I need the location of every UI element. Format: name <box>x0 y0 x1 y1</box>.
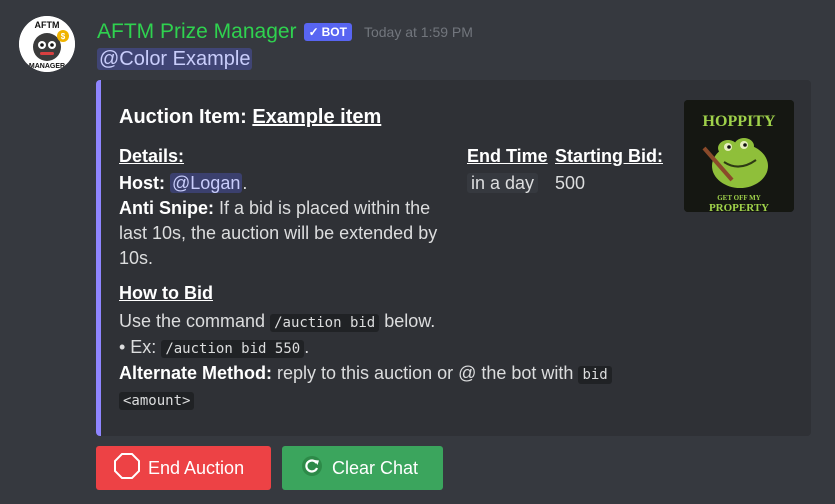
anti-snipe-line-2: last 10s, the auction will be extended b… <box>119 223 438 243</box>
how-to-bid-heading: How to Bid <box>119 283 213 303</box>
use-command-prefix: Use the command <box>119 311 266 331</box>
host-line: Host: @Logan. <box>119 171 247 195</box>
anti-snipe-line-1: Anti Snipe: If a bid is placed within th… <box>119 196 430 220</box>
anti-snipe-text-1: If a bid is placed within the <box>219 198 431 218</box>
clear-chat-button[interactable]: Clear Chat <box>282 446 443 490</box>
example-code: /auction bid 550 <box>161 340 305 358</box>
message-content: @Color Example <box>97 48 253 71</box>
example-prefix: • Ex: <box>119 337 157 357</box>
bot-tag: ✓ BOT <box>303 23 352 41</box>
anti-snipe-label: Anti Snipe: <box>119 198 214 218</box>
alternate-method-line-2: <amount> <box>119 387 195 413</box>
end-time-value[interactable]: in a day <box>467 173 539 193</box>
end-time-value-wrap: in a day <box>467 171 539 195</box>
svg-text:PROPERTY: PROPERTY <box>709 202 769 212</box>
alternate-method-code-1: bid <box>578 366 612 384</box>
end-auction-label: End Auction <box>148 457 245 478</box>
example-suffix: . <box>304 337 310 357</box>
use-command-line: Use the command /auction bid below. <box>119 309 435 335</box>
details-heading: Details: <box>119 146 185 166</box>
host-suffix: . <box>242 173 248 193</box>
svg-text:GET OFF MY: GET OFF MY <box>717 194 761 202</box>
end-time-heading: End Time <box>467 146 548 166</box>
use-command-code: /auction bid <box>270 314 380 332</box>
alternate-method-code-2: <amount> <box>119 392 195 410</box>
alternate-method-label: Alternate Method: <box>119 363 272 383</box>
host-label: Host: <box>119 173 165 193</box>
message-header: AFTM Prize Manager ✓ BOT Today at 1:59 P… <box>97 17 473 47</box>
bot-tag-label: BOT <box>321 25 347 39</box>
embed-title: Auction Item: Example item <box>119 104 381 130</box>
end-auction-button[interactable]: End Auction <box>96 446 271 490</box>
bot-username[interactable]: AFTM Prize Manager <box>97 20 297 44</box>
starting-bid-heading: Starting Bid: <box>555 146 663 166</box>
svg-text:HOPPITY: HOPPITY <box>703 113 776 130</box>
embed-thumbnail[interactable]: HOPPITY GET OFF MY PROPERTY <box>684 100 794 212</box>
anti-snipe-line-3: 10s. <box>119 248 154 268</box>
starting-bid-value: 500 <box>555 173 586 193</box>
use-command-suffix: below. <box>384 311 436 331</box>
svg-text:AFTM: AFTM <box>35 20 60 30</box>
stop-octagon-icon <box>114 452 140 484</box>
embed-title-link[interactable]: Example item <box>252 106 381 128</box>
host-mention[interactable]: @Logan <box>170 173 243 193</box>
user-mention[interactable]: @Color Example <box>97 48 253 70</box>
clear-chat-label: Clear Chat <box>332 457 419 478</box>
embed-title-prefix: Auction Item: <box>119 106 247 128</box>
svg-text:$: $ <box>61 32 66 41</box>
message-timestamp[interactable]: Today at 1:59 PM <box>364 24 473 40</box>
auction-embed: Auction Item: Example item Details: Host… <box>96 80 811 436</box>
verified-check-icon: ✓ <box>308 25 319 39</box>
alternate-method-text: reply to this auction or @ the bot with <box>277 363 574 383</box>
refresh-icon <box>300 454 324 483</box>
example-line: • Ex: /auction bid 550. <box>119 335 309 361</box>
alternate-method-line: Alternate Method: reply to this auction … <box>119 361 612 387</box>
bot-avatar[interactable]: $ AFTM MANAGER <box>19 16 75 72</box>
svg-text:MANAGER: MANAGER <box>29 63 65 70</box>
